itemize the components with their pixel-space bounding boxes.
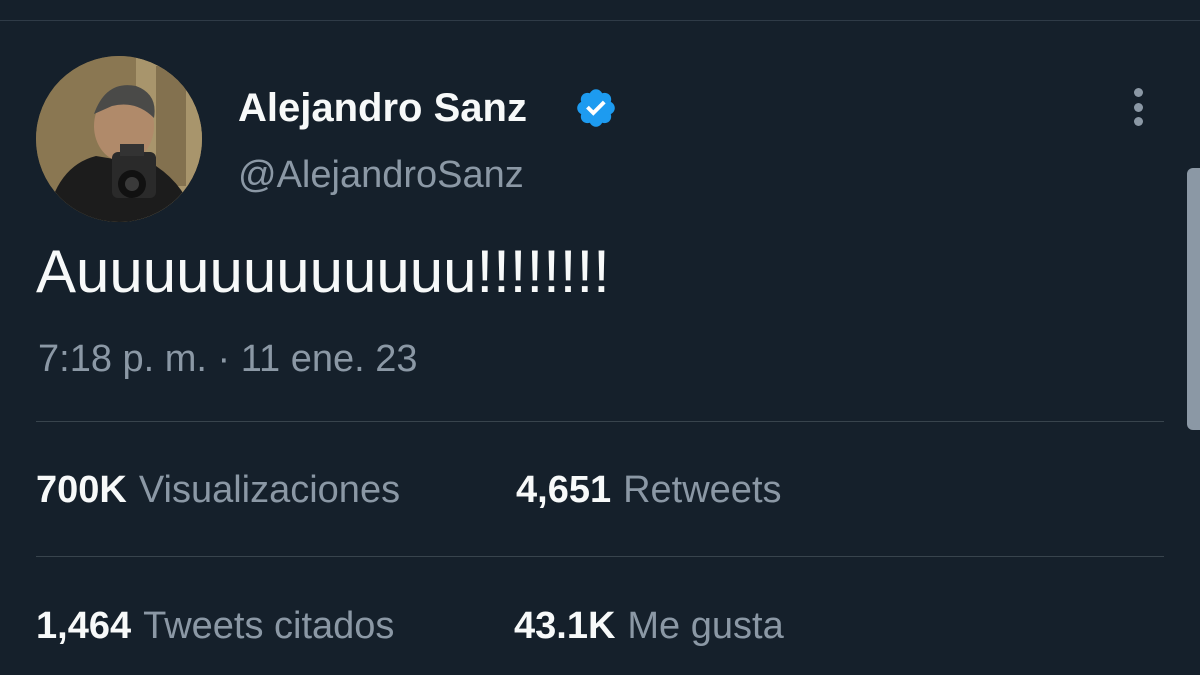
retweets-label: Retweets	[623, 469, 782, 511]
views-count: 700K	[36, 469, 127, 511]
display-name[interactable]: Alejandro Sanz	[238, 84, 527, 132]
quotes-label: Tweets citados	[143, 605, 395, 647]
user-handle[interactable]: @AlejandroSanz	[238, 152, 524, 198]
views-stat: 700K Visualizaciones	[36, 467, 400, 513]
quotes-count: 1,464	[36, 605, 132, 647]
quotes-stat[interactable]: 1,464 Tweets citados	[36, 603, 394, 649]
divider	[36, 421, 1164, 422]
avatar-photo	[36, 56, 202, 222]
likes-label: Me gusta	[627, 605, 784, 647]
views-label: Visualizaciones	[138, 469, 401, 511]
retweets-count: 4,651	[516, 469, 612, 511]
verified-badge-icon	[577, 89, 615, 127]
scrollbar-thumb[interactable]	[1187, 168, 1200, 430]
likes-count: 43.1K	[514, 605, 616, 647]
tweet-text: Auuuuuuuuuuuu!!!!!!!!	[36, 238, 610, 305]
tweet-timestamp[interactable]: 7:18 p. m. · 11 ene. 23	[38, 336, 418, 382]
more-options-icon[interactable]	[1118, 84, 1158, 130]
more-dot	[1133, 88, 1143, 97]
more-dot	[1133, 102, 1143, 112]
retweets-stat[interactable]: 4,651 Retweets	[516, 467, 782, 513]
avatar[interactable]	[36, 56, 202, 222]
top-divider	[0, 20, 1200, 21]
divider	[36, 556, 1164, 557]
more-dot	[1133, 117, 1143, 126]
likes-stat[interactable]: 43.1K Me gusta	[514, 603, 784, 649]
